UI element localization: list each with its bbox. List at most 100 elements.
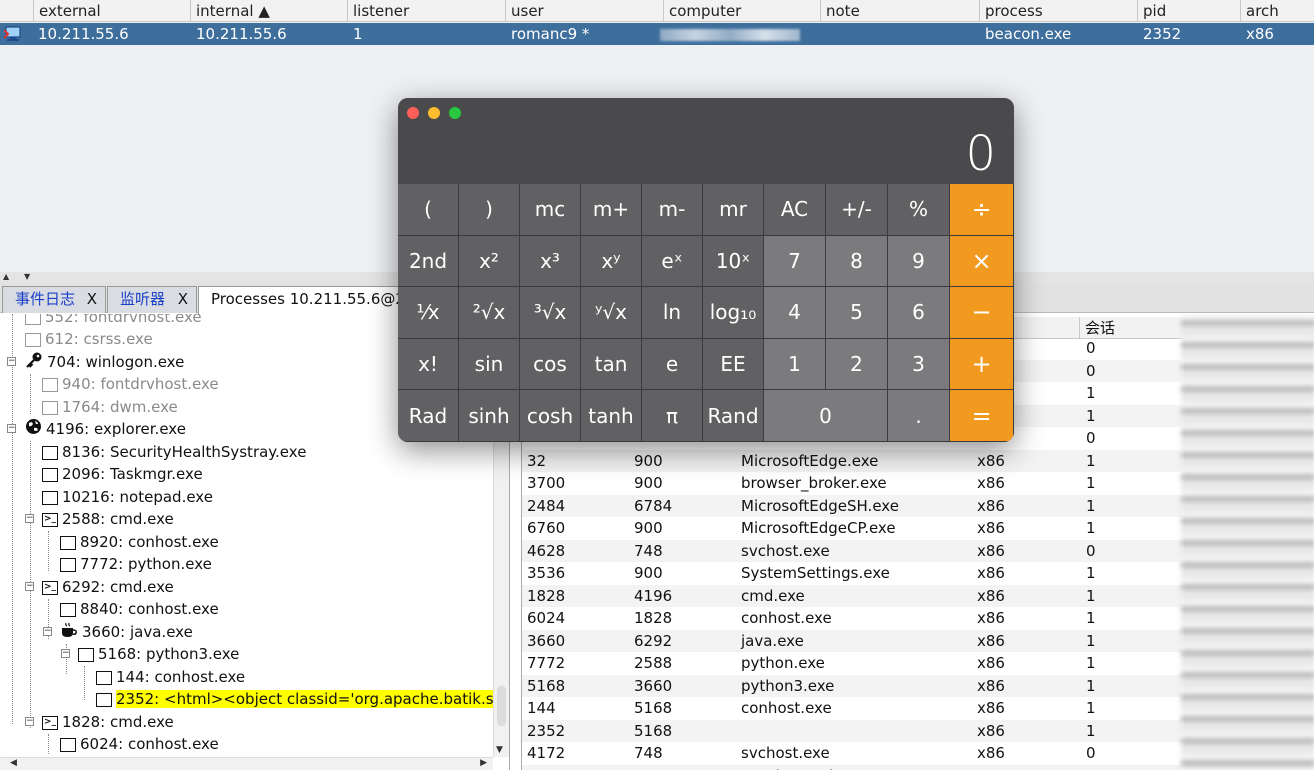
process-row[interactable]: 4172 748 svchost.exe x86 0 — [522, 742, 1182, 765]
calc-key[interactable]: Rad — [398, 390, 459, 442]
col-session[interactable]: 会话 — [1079, 317, 1182, 339]
tab-listeners-close-icon[interactable]: X — [178, 287, 188, 312]
calc-key[interactable]: 3 — [888, 338, 950, 391]
process-row[interactable]: 1828 4196 cmd.exe x86 1 — [522, 584, 1182, 607]
calc-key[interactable]: 9 — [888, 235, 950, 288]
calc-key[interactable]: π — [642, 390, 703, 442]
tree-horizontal-scrollbar[interactable]: ◀ ▶ — [0, 757, 493, 770]
tree-node[interactable]: >_ 2588: cmd.exe — [42, 508, 174, 530]
calc-key[interactable]: × — [950, 235, 1014, 288]
tree-node[interactable]: 4196: explorer.exe — [25, 418, 186, 440]
tree-node[interactable]: 2096: Taskmgr.exe — [42, 463, 203, 485]
tree-node[interactable]: >_ 1828: cmd.exe — [42, 711, 174, 733]
tree-node[interactable]: 8840: conhost.exe — [60, 598, 219, 620]
tree-node[interactable]: 8136: SecurityHealthSystray.exe — [42, 441, 306, 463]
col-internal[interactable]: internal ▲ — [190, 0, 347, 22]
calc-key[interactable]: tanh — [581, 390, 642, 442]
col-computer[interactable]: computer — [663, 0, 820, 22]
col-external[interactable]: external — [33, 0, 190, 22]
calc-key[interactable]: e — [642, 338, 703, 391]
process-row[interactable]: 7772 2588 python.exe x86 1 — [522, 652, 1182, 675]
tab-listeners[interactable]: 监听器 X — [107, 286, 197, 313]
scroll-right-arrow-icon[interactable]: ▶ — [480, 758, 487, 768]
calc-key[interactable]: mr — [703, 184, 764, 236]
calc-key[interactable]: cosh — [520, 390, 581, 442]
process-row[interactable]: 5456 900 RuntimeBroker.exe x86 1 — [522, 764, 1182, 770]
process-row[interactable]: 32 900 MicrosoftEdge.exe x86 1 — [522, 449, 1182, 472]
process-row[interactable]: 4628 748 svchost.exe x86 0 — [522, 539, 1182, 562]
minimize-window-icon[interactable] — [428, 107, 440, 119]
tree-node[interactable]: 1764: dwm.exe — [42, 396, 178, 418]
tree-node[interactable]: 5168: python3.exe — [78, 643, 239, 665]
scroll-down-arrow-icon[interactable]: ▼ — [496, 745, 503, 755]
calc-key[interactable]: ÷ — [950, 184, 1014, 236]
calc-key[interactable]: sinh — [459, 390, 520, 442]
calc-key[interactable]: m+ — [581, 184, 642, 236]
calc-key[interactable]: ³√x — [520, 287, 581, 339]
calc-key[interactable]: eˣ — [642, 235, 703, 288]
scroll-thumb[interactable] — [497, 686, 506, 726]
collapse-down-arrow-icon[interactable]: ▼ — [24, 272, 30, 281]
collapse-toggle-icon[interactable]: − — [7, 357, 16, 366]
zoom-window-icon[interactable] — [449, 107, 461, 119]
calc-key[interactable]: 10ˣ — [703, 235, 764, 288]
collapse-toggle-icon[interactable]: − — [25, 582, 34, 591]
process-row[interactable]: 144 5168 conhost.exe x86 1 — [522, 697, 1182, 720]
tree-node[interactable]: 144: conhost.exe — [96, 666, 245, 688]
tree-node[interactable]: 8920: conhost.exe — [60, 531, 219, 553]
session-row[interactable]: 10.211.55.6 10.211.55.6 1 romanc9 * beac… — [0, 23, 1314, 45]
calc-key[interactable]: EE — [703, 338, 764, 391]
col-listener[interactable]: listener — [347, 0, 505, 22]
process-row[interactable]: 3700 900 browser_broker.exe x86 1 — [522, 472, 1182, 495]
process-row[interactable]: 6760 900 MicrosoftEdgeCP.exe x86 1 — [522, 517, 1182, 540]
tree-node[interactable]: 7772: python.exe — [60, 553, 212, 575]
calc-key[interactable]: sin — [459, 338, 520, 391]
col-note[interactable]: note — [820, 0, 979, 22]
collapse-toggle-icon[interactable]: − — [43, 627, 52, 636]
process-row[interactable]: 6024 1828 conhost.exe x86 1 — [522, 607, 1182, 630]
tree-node[interactable]: 612: csrss.exe — [25, 328, 153, 350]
calc-key[interactable]: ²√x — [459, 287, 520, 339]
calc-key[interactable]: mc — [520, 184, 581, 236]
calc-key[interactable]: − — [950, 287, 1014, 339]
close-window-icon[interactable] — [407, 107, 419, 119]
calc-key[interactable]: x³ — [520, 235, 581, 288]
calc-key[interactable]: 8 — [826, 235, 888, 288]
calc-key[interactable]: 5 — [826, 287, 888, 339]
collapse-toggle-icon[interactable]: − — [25, 514, 34, 523]
calc-key[interactable]: x! — [398, 338, 459, 391]
calc-key[interactable]: x² — [459, 235, 520, 288]
calc-key[interactable]: 4 — [764, 287, 826, 339]
calc-key[interactable]: 1 — [764, 338, 826, 391]
process-row[interactable]: 5168 3660 python3.exe x86 1 — [522, 674, 1182, 697]
tree-node[interactable]: >_ 6292: cmd.exe — [42, 576, 174, 598]
calc-key[interactable]: AC — [764, 184, 826, 236]
col-arch[interactable]: arch — [1240, 0, 1314, 22]
calc-key[interactable]: log₁₀ — [703, 287, 764, 339]
process-row[interactable]: 2484 6784 MicrosoftEdgeSH.exe x86 1 — [522, 494, 1182, 517]
tab-event-log[interactable]: 事件日志 X — [2, 286, 106, 313]
calc-key[interactable]: xʸ — [581, 235, 642, 288]
col-process[interactable]: process — [979, 0, 1137, 22]
process-row[interactable]: 3536 900 SystemSettings.exe x86 1 — [522, 562, 1182, 585]
calc-key[interactable]: 6 — [888, 287, 950, 339]
scroll-left-arrow-icon[interactable]: ◀ — [10, 758, 17, 768]
calc-key[interactable]: tan — [581, 338, 642, 391]
calc-key[interactable]: % — [888, 184, 950, 236]
tree-node[interactable]: 6024: conhost.exe — [60, 733, 219, 755]
calc-key[interactable]: ) — [459, 184, 520, 236]
tab-processes[interactable]: Processes 10.211.55.6@2 — [198, 286, 408, 314]
calc-key[interactable]: ln — [642, 287, 703, 339]
calc-key[interactable]: +/- — [826, 184, 888, 236]
calc-key[interactable]: ( — [398, 184, 459, 236]
calc-key[interactable]: . — [888, 390, 950, 442]
calc-key[interactable]: 0 — [764, 390, 888, 442]
calc-key[interactable]: 2nd — [398, 235, 459, 288]
tree-node-selected[interactable]: 2352: <html><object classid='org.apache.… — [96, 688, 506, 710]
calc-key[interactable]: Rand — [703, 390, 764, 442]
tree-node[interactable]: 552: fontdrvhost.exe — [25, 314, 202, 328]
tab-event-log-close-icon[interactable]: X — [87, 287, 97, 312]
tree-node[interactable]: 3660: java.exe — [60, 621, 193, 643]
tree-node[interactable]: 704: winlogon.exe — [25, 351, 184, 373]
process-row[interactable]: 3660 6292 java.exe x86 1 — [522, 629, 1182, 652]
